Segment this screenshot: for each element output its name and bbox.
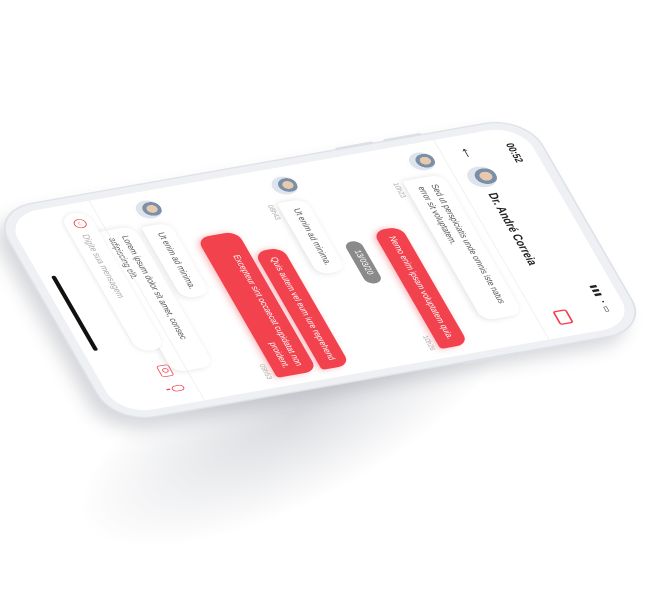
arrow-left-icon[interactable]: ←	[454, 144, 484, 162]
phone-mockup: 00:52 ▮▮▮ ◔ ▭ ← Dr. André Correia Sed ut…	[0, 117, 645, 423]
status-icons: ▮▮▮ ◔ ▭	[587, 283, 614, 314]
smiley-icon[interactable]: ◡	[71, 218, 89, 230]
volume-button	[334, 141, 374, 151]
microphone-icon[interactable]	[170, 384, 186, 392]
phone-body: 00:52 ▮▮▮ ◔ ▭ ← Dr. André Correia Sed ut…	[0, 117, 645, 423]
video-icon[interactable]	[552, 309, 574, 326]
status-time: 00:52	[503, 142, 527, 164]
sender-avatar	[131, 198, 166, 221]
phone-screen: 00:52 ▮▮▮ ◔ ▭ ← Dr. André Correia Sed ut…	[4, 124, 636, 416]
sender-avatar	[267, 174, 302, 197]
contact-name: Dr. André Correia	[485, 191, 541, 267]
volume-button	[382, 132, 423, 142]
sender-avatar	[404, 150, 440, 173]
camera-icon[interactable]	[155, 364, 175, 378]
contact-avatar[interactable]	[462, 164, 502, 190]
